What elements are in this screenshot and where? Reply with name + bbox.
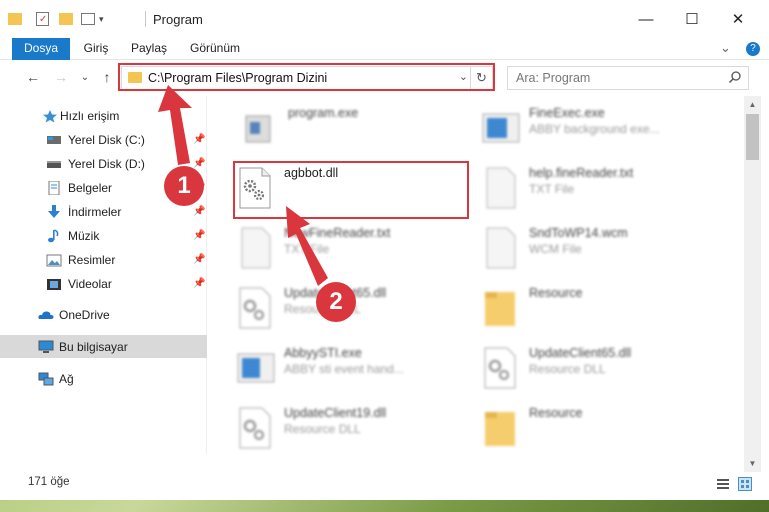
arrow-2 xyxy=(286,206,328,286)
arrow-1 xyxy=(158,85,192,165)
step-badge-2: 2 xyxy=(316,282,356,322)
step-badge-1: 1 xyxy=(164,166,204,206)
annotation-arrows xyxy=(158,85,328,286)
